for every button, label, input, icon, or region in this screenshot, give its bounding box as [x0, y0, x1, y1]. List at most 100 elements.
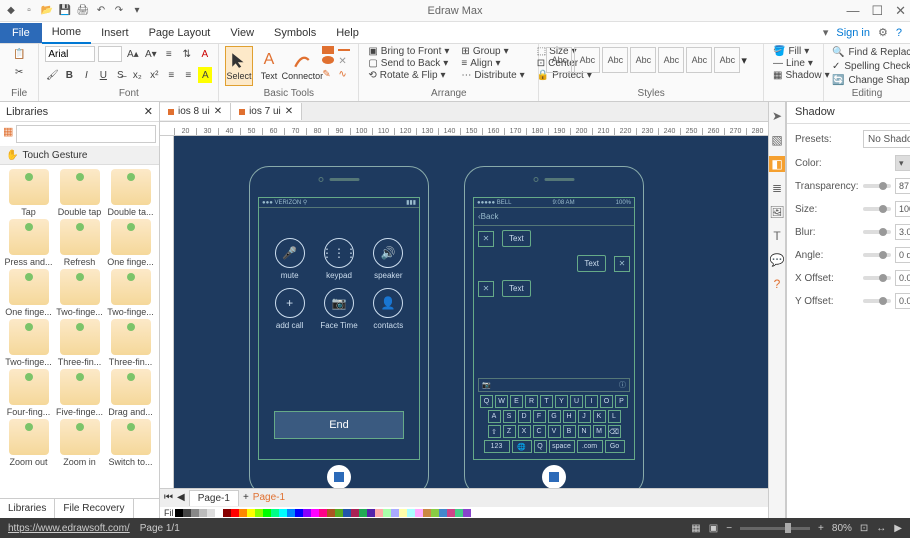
color-swatch[interactable] [391, 509, 399, 517]
lib-item[interactable]: One finge... [106, 219, 155, 267]
key[interactable]: G [548, 410, 561, 423]
yoffset-slider[interactable] [863, 299, 891, 303]
fit-width-icon[interactable]: ↔ [876, 523, 886, 534]
send-back-button[interactable]: ▢ Send to Back ▾ [365, 58, 452, 69]
call-button[interactable]: 👤contacts [368, 288, 409, 330]
color-swatch[interactable] [295, 509, 303, 517]
key[interactable]: P [615, 395, 628, 408]
key[interactable]: Q [534, 440, 547, 453]
color-swatch[interactable] [399, 509, 407, 517]
yoffset-value[interactable]: 0.00 pt⇅ [895, 293, 910, 309]
size-value[interactable]: 100 %⇅ [895, 201, 910, 217]
fill-button[interactable]: 🪣 Fill ▾ [770, 46, 817, 57]
phone-mockup-chat[interactable]: ●●●●● BELL9:08 AM100% ‹Back ✕Text Text✕ … [464, 166, 644, 488]
color-swatch[interactable] [287, 509, 295, 517]
menu-symbols[interactable]: Symbols [264, 23, 326, 43]
lib-item[interactable]: One finge... [4, 269, 53, 317]
key[interactable]: J [578, 410, 591, 423]
text-tool[interactable]: A Text [256, 46, 283, 86]
lib-item[interactable]: Press and... [4, 219, 53, 267]
lib-item[interactable]: Two-finge... [55, 269, 104, 317]
color-swatch[interactable] [175, 509, 183, 517]
align-button[interactable]: ≡ Align ▾ [458, 58, 527, 69]
undo-icon[interactable]: ↶ [94, 4, 108, 18]
redo-icon[interactable]: ↷ [112, 4, 126, 18]
qat-dropdown-icon[interactable]: ▾ [130, 4, 144, 18]
shape-rect-icon[interactable] [322, 46, 334, 54]
key[interactable]: W [495, 395, 508, 408]
lib-item[interactable]: Refresh [55, 219, 104, 267]
shape-curve-icon[interactable]: ∿ [338, 69, 352, 80]
color-swatch[interactable] [359, 509, 367, 517]
lib-item[interactable]: Double ta... [106, 169, 155, 217]
page-tab-1[interactable]: Page-1 [189, 490, 239, 506]
transparency-value[interactable]: 87 %⇅ [895, 178, 910, 194]
font-size-combo[interactable] [98, 46, 122, 62]
color-swatch[interactable] [207, 509, 215, 517]
key[interactable]: A [488, 410, 501, 423]
shape-pencil-icon[interactable]: ✎ [322, 69, 336, 80]
color-swatch[interactable] [335, 509, 343, 517]
key[interactable]: E [510, 395, 523, 408]
key[interactable]: S [503, 410, 516, 423]
lib-item[interactable]: Two-finge... [106, 269, 155, 317]
presentation-icon[interactable]: ▶ [894, 523, 902, 534]
bring-front-button[interactable]: ▣ Bring to Front ▾ [365, 46, 452, 57]
bullets-icon[interactable]: ≡ [161, 46, 176, 62]
color-swatch[interactable] [223, 509, 231, 517]
color-swatch[interactable] [343, 509, 351, 517]
color-swatch[interactable] [383, 509, 391, 517]
lib-item[interactable]: Two-finge... [4, 319, 53, 367]
key[interactable]: space [549, 440, 575, 453]
zoom-in-icon[interactable]: + [818, 523, 824, 534]
line-spacing-icon[interactable]: ⇅ [179, 46, 194, 62]
home-button-icon[interactable] [327, 465, 351, 488]
key[interactable]: O [600, 395, 613, 408]
color-swatch[interactable] [351, 509, 359, 517]
find-replace-button[interactable]: 🔍 Find & Replace [830, 46, 904, 59]
color-swatch[interactable] [271, 509, 279, 517]
key[interactable]: V [548, 425, 561, 438]
page-nav-prev-icon[interactable]: ◀ [177, 492, 185, 503]
doc-tab-1[interactable]: ios 8 ui ✕ [160, 103, 231, 120]
help-icon[interactable]: ? [896, 27, 902, 39]
angle-value[interactable]: 0 deg⇅ [895, 247, 910, 263]
nav-back[interactable]: ‹Back [474, 208, 634, 226]
fit-page-icon[interactable]: ⊡ [860, 523, 868, 534]
color-swatch[interactable] [183, 509, 191, 517]
lib-add-icon[interactable]: ▦ [3, 125, 13, 143]
key[interactable]: H [563, 410, 576, 423]
style-preset-3[interactable]: Abc [602, 47, 628, 73]
file-menu[interactable]: File [0, 23, 42, 43]
tab-close-icon[interactable]: ✕ [285, 106, 293, 117]
menu-home[interactable]: Home [42, 22, 91, 44]
color-swatch[interactable] [231, 509, 239, 517]
select-tool[interactable]: Select [225, 46, 252, 86]
color-swatch[interactable] [375, 509, 383, 517]
maximize-button[interactable]: ☐ [871, 3, 883, 19]
key[interactable]: F [533, 410, 546, 423]
save-icon[interactable]: 💾 [58, 4, 72, 18]
key[interactable]: D [518, 410, 531, 423]
shape-ellipse-icon[interactable] [322, 56, 334, 64]
close-button[interactable]: ✕ [895, 3, 906, 19]
zoom-out-icon[interactable]: − [726, 523, 732, 534]
libraries-close-icon[interactable]: ✕ [144, 105, 153, 118]
open-icon[interactable]: 📂 [40, 4, 54, 18]
key[interactable]: Q [480, 395, 493, 408]
subscript-icon[interactable]: x₂ [130, 67, 144, 83]
zoom-slider[interactable] [740, 527, 810, 530]
color-picker[interactable]: ▾ [895, 155, 910, 171]
lib-tab-file-recovery[interactable]: File Recovery [55, 499, 133, 518]
align-center-icon[interactable]: ≡ [181, 67, 195, 83]
call-button[interactable]: ⋮⋮⋮keypad [318, 238, 359, 280]
call-button[interactable]: 📷Face Time [318, 288, 359, 330]
rotate-flip-button[interactable]: ⟲ Rotate & Flip ▾ [365, 70, 452, 81]
key[interactable]: U [570, 395, 583, 408]
color-swatch[interactable] [407, 509, 415, 517]
color-swatch[interactable] [279, 509, 287, 517]
color-swatch[interactable] [215, 509, 223, 517]
distribute-button[interactable]: ⋯ Distribute ▾ [458, 70, 527, 81]
tab-close-icon[interactable]: ✕ [214, 106, 222, 117]
key[interactable]: X [518, 425, 531, 438]
